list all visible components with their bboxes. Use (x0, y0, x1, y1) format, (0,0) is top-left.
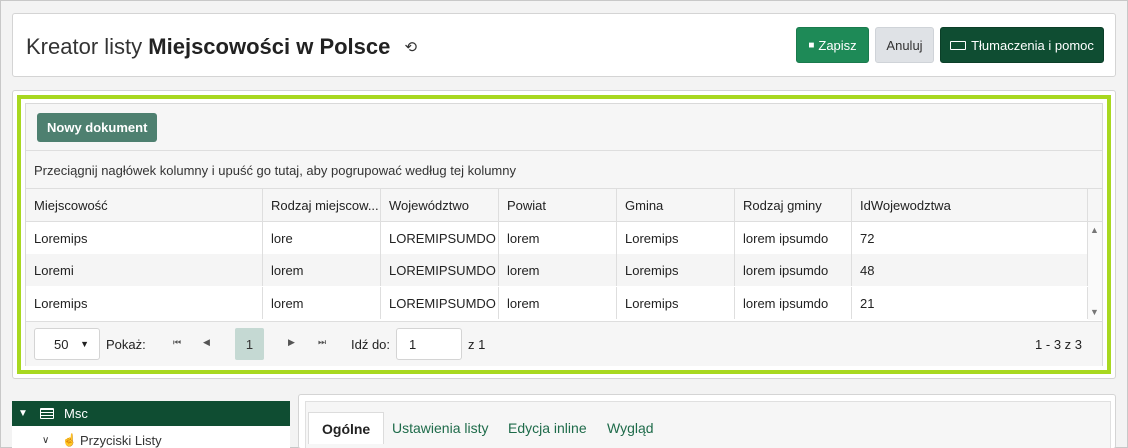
chevron-down-icon[interactable]: ▼ (18, 408, 32, 419)
scroll-up-icon[interactable]: ▲ (1090, 225, 1099, 235)
page-title: Kreator listy Miejscowości w Polsce ⟲ (26, 34, 417, 60)
table-cell: lorem (499, 254, 617, 286)
title-name: Miejscowości w Polsce (148, 34, 391, 59)
table-row[interactable]: Loremips lore LOREMIPSUMDO lorem Loremip… (26, 222, 1088, 254)
tab-bar: Ogólne Ustawienia listy Edycja inline Wy… (305, 401, 1111, 448)
tab-wyglad[interactable]: Wygląd (607, 412, 654, 444)
table-cell: LOREMIPSUMDO (381, 254, 499, 286)
column-header-miejscowosc[interactable]: Miejscowość (26, 189, 263, 221)
table-cell: LOREMIPSUMDO (381, 222, 499, 254)
save-button[interactable]: ■ Zapisz (796, 27, 869, 63)
next-page-icon[interactable]: ▶ (288, 337, 295, 348)
tab-ustawienia-listy[interactable]: Ustawienia listy (392, 412, 488, 444)
grid-header-row: Miejscowość Rodzaj miejscow... Województ… (26, 189, 1102, 222)
column-header-idwojewodztwa[interactable]: IdWojewodztwa (852, 189, 1088, 221)
table-cell: Loremips (26, 287, 263, 319)
column-header-rodzaj-miejscowosci[interactable]: Rodzaj miejscow... (263, 189, 381, 221)
tree-item-przyciski-listy[interactable]: ∨ ☝ Przyciski Listy (12, 430, 290, 448)
history-icon[interactable]: ⟲ (405, 38, 418, 56)
current-page-button[interactable]: 1 (235, 328, 264, 360)
table-cell: 21 (852, 287, 1088, 319)
table-cell: Loremips (26, 222, 263, 254)
table-cell: lorem (499, 222, 617, 254)
cancel-button[interactable]: Anuluj (875, 27, 934, 63)
table-cell: Loremi (26, 254, 263, 286)
goto-label: Idź do: (351, 337, 391, 352)
save-label: Zapisz (818, 37, 857, 53)
table-cell: LOREMIPSUMDO (381, 287, 499, 319)
group-drop-zone[interactable]: Przeciągnij nagłówek kolumny i upuść go … (26, 151, 1102, 189)
hand-pointer-icon: ☝ (62, 433, 77, 447)
chevron-down-icon[interactable]: ∨ (42, 435, 56, 446)
properties-panel: Ogólne Ustawienia listy Edycja inline Wy… (298, 394, 1116, 448)
table-cell: lorem ipsumdo (735, 254, 852, 286)
page-count-label: z 1 (468, 337, 486, 352)
vertical-scrollbar[interactable]: ▲ ▼ (1088, 222, 1102, 320)
chevron-down-icon: ▼ (80, 339, 89, 349)
last-page-icon[interactable]: ⏭ (318, 337, 326, 348)
grid-toolbar: Nowy dokument (26, 104, 1102, 151)
table-cell: lore (263, 222, 381, 254)
save-icon: ■ (808, 39, 815, 51)
title-prefix: Kreator listy (26, 34, 143, 59)
help-label: Tłumaczenia i pomoc (971, 37, 1094, 53)
table-cell: 72 (852, 222, 1088, 254)
column-header-rodzaj-gminy[interactable]: Rodzaj gminy (735, 189, 852, 221)
table-cell: 48 (852, 254, 1088, 286)
table-cell: lorem (263, 287, 381, 319)
record-range-label: 1 - 3 z 3 (1035, 337, 1082, 352)
grid-pager: 50 ▼ Pokaż: ⏮ ◀ 1 ▶ ⏭ Idź do: 1 z 1 1 - … (26, 321, 1102, 366)
show-label: Pokaż: (106, 337, 146, 352)
cancel-label: Anuluj (886, 37, 923, 53)
tree-item-msc[interactable]: ▼ Msc (12, 401, 290, 426)
scroll-down-icon[interactable]: ▼ (1090, 307, 1099, 317)
tree-item-label: Msc (64, 406, 88, 421)
table-row[interactable]: Loremips lorem LOREMIPSUMDO lorem Loremi… (26, 287, 1088, 319)
table-row[interactable]: Loremi lorem LOREMIPSUMDO lorem Loremips… (26, 254, 1088, 286)
data-grid: Nowy dokument Przeciągnij nagłówek kolum… (25, 103, 1103, 366)
column-header-gmina[interactable]: Gmina (617, 189, 735, 221)
table-cell: Loremips (617, 222, 735, 254)
app-frame: Kreator listy Miejscowości w Polsce ⟲ ■ … (0, 0, 1128, 448)
translations-help-button[interactable]: Tłumaczenia i pomoc (940, 27, 1104, 63)
tab-edycja-inline[interactable]: Edycja inline (508, 412, 587, 444)
prev-page-icon[interactable]: ◀ (203, 337, 210, 348)
table-cell: lorem (499, 287, 617, 319)
tree-item-label: Przyciski Listy (80, 432, 162, 448)
page-header: Kreator listy Miejscowości w Polsce ⟲ ■ … (12, 13, 1116, 77)
tab-ogolne[interactable]: Ogólne (308, 412, 385, 444)
table-cell: lorem (263, 254, 381, 286)
list-icon (40, 408, 54, 419)
page-size-select[interactable]: 50 ▼ (34, 328, 100, 360)
new-document-button[interactable]: Nowy dokument (37, 113, 158, 142)
translate-icon (950, 40, 967, 50)
table-cell: Loremips (617, 287, 735, 319)
page-size-value: 50 (54, 336, 69, 352)
goto-page-input[interactable]: 1 (396, 328, 462, 360)
column-header-powiat[interactable]: Powiat (499, 189, 617, 221)
table-cell: lorem ipsumdo (735, 222, 852, 254)
first-page-icon[interactable]: ⏮ (173, 337, 181, 348)
column-header-wojewodztwo[interactable]: Województwo (381, 189, 499, 221)
structure-tree: ▼ Msc ∨ ☝ Przyciski Listy (12, 401, 290, 448)
table-cell: Loremips (617, 254, 735, 286)
table-cell: lorem ipsumdo (735, 287, 852, 319)
